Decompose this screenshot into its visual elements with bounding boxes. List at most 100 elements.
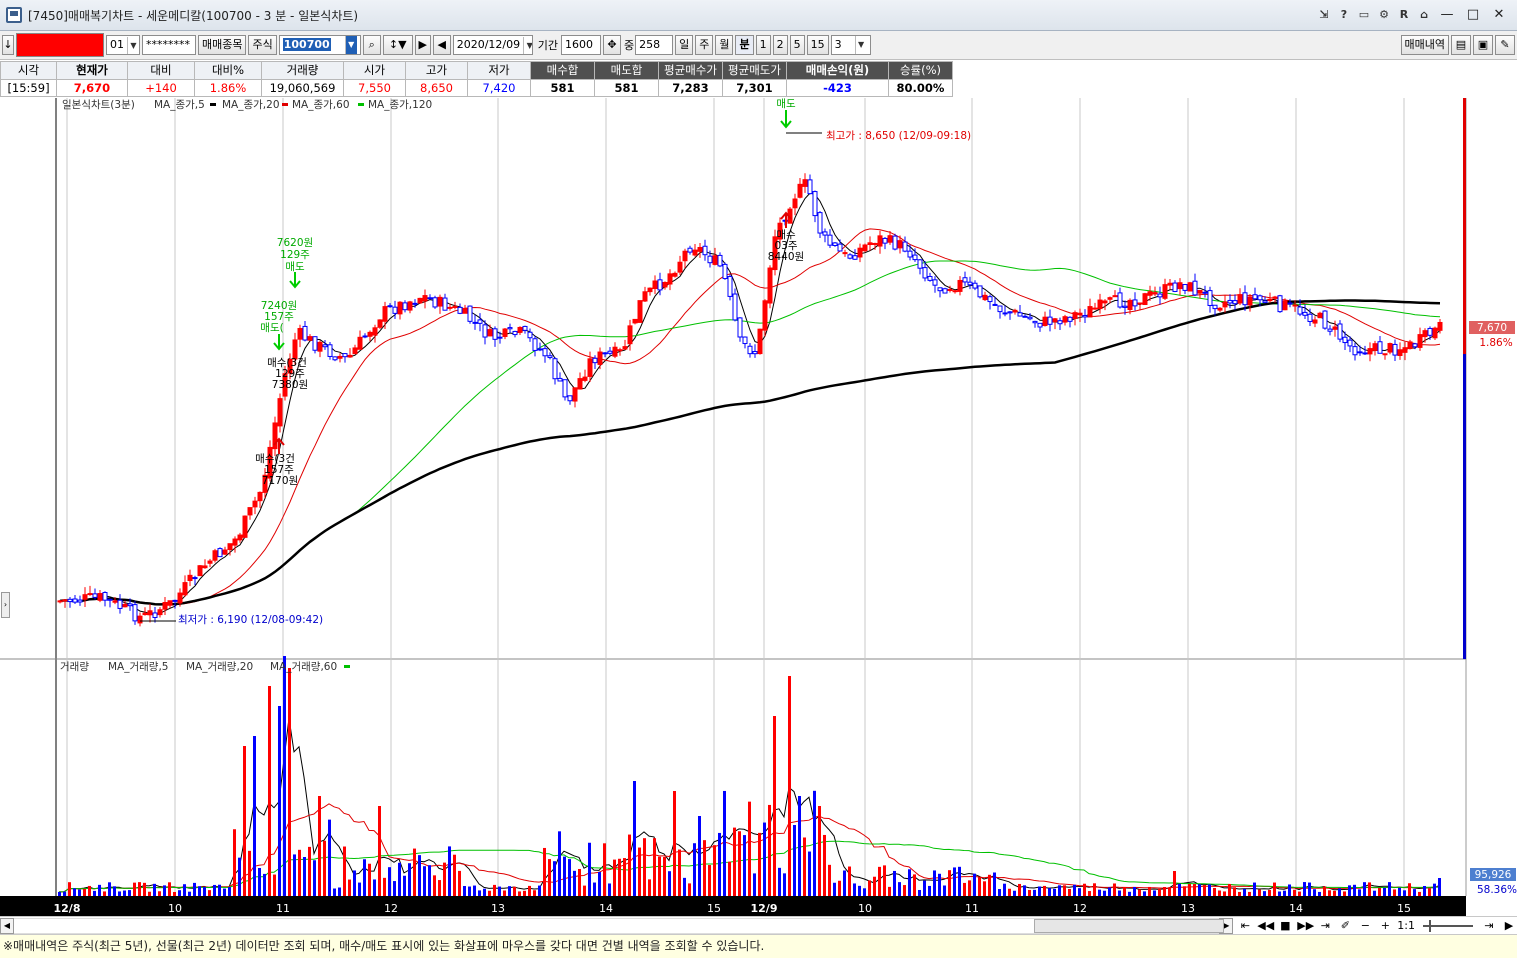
candle-body [607,350,613,354]
candle-body [1087,306,1093,318]
forward-icon[interactable]: ▶▶ [1297,919,1314,932]
candle-body [1137,302,1143,305]
volume-bar [428,865,431,896]
last-icon[interactable]: ⇥ [1317,919,1333,932]
period-input[interactable]: 1600 [560,35,601,55]
volume-bar [1028,889,1031,896]
close-button[interactable]: ✕ [1489,6,1509,24]
candle-body [1182,284,1188,291]
down-arrow-button[interactable]: ↓ [2,35,14,55]
rewind-icon[interactable]: ◀◀ [1257,919,1274,932]
end-icon[interactable]: ⇥ [1481,919,1497,932]
volume-bar [1368,882,1371,896]
scroll-thumb[interactable] [1033,918,1224,933]
help-icon[interactable]: ? [1337,7,1351,23]
account-select-redacted[interactable] [16,33,104,57]
interval-select[interactable]: 3 ▼ [830,35,871,55]
trade-history-button[interactable]: 매매내역 [1400,35,1449,55]
search-icon[interactable]: ⌕ [362,35,381,55]
zoom-out-icon[interactable]: − [1357,919,1373,932]
candle-body [182,582,188,596]
candle-body [632,318,638,324]
draw-icon[interactable]: ✐ [1337,919,1353,932]
volume-bar [123,890,126,896]
save-icon[interactable]: ▣ [1473,35,1493,55]
minimize-button[interactable]: — [1437,6,1457,24]
maximize-button[interactable]: □ [1463,6,1483,24]
zoom-in-icon[interactable]: + [1377,919,1393,932]
candle-body [1222,301,1228,308]
interval-2-button[interactable]: 2 [772,35,788,55]
avg-buy-value: 7,283 [658,78,723,97]
volume-bar [288,668,291,896]
x-axis-label: 14 [1289,902,1303,915]
scroll-track[interactable] [13,917,1224,934]
next-icon[interactable]: ▶ [1501,919,1517,932]
candle-body [307,336,313,341]
volume-bar [958,866,961,896]
stop-icon[interactable]: ■ [1277,919,1293,932]
sort-icon[interactable]: ↕▼ [382,35,413,55]
candle-body [967,281,973,286]
wrench-icon[interactable]: ✎ [1495,35,1515,55]
x-axis-label: 11 [276,902,290,915]
volume-bar [573,870,576,896]
candle-body [557,377,563,382]
candle-body [1097,299,1103,310]
first-icon[interactable]: ⇤ [1237,919,1253,932]
candle-body [717,254,723,267]
password-field[interactable]: ******** [142,35,196,55]
account-number-select[interactable]: 01 ▼ [106,35,140,55]
middle-input[interactable]: 258 [635,35,674,55]
chart-area[interactable]: 12/8 10 11 12 13 14 15 12/9 10 11 12 13 14 15 일본식차트(3… [0,98,1517,916]
side-expand-tab[interactable]: › [1,592,10,618]
candle-body [1057,320,1063,325]
candle-body [792,198,798,209]
stock-code-input[interactable]: 100700 ▼ [278,35,361,55]
prev-icon[interactable]: ◀ [432,35,451,55]
trade-items-button[interactable]: 매매종목 [198,35,247,55]
title-tools: ⇲ ? ▭ ⚙ R ⌂ — □ ✕ [1317,6,1517,24]
zoom-slider[interactable] [1423,919,1473,932]
crosshair-icon[interactable]: ✥ [602,35,621,55]
volume-bar [963,882,966,896]
date-input[interactable]: 2020/12/09 ▼ [452,35,533,55]
candle-body [897,240,903,249]
interval-1-button[interactable]: 1 [755,35,771,55]
volume-bar [798,796,801,896]
interval-15-button[interactable]: 15 [806,35,829,55]
link-icon[interactable]: ⇲ [1317,7,1331,23]
volume-bar [1003,883,1006,896]
volume-bar [388,867,391,896]
market-type-button[interactable]: 주식 [248,35,277,55]
interval-5-button[interactable]: 5 [789,35,805,55]
volume-bar [1173,871,1176,896]
candle-body [1427,327,1433,336]
current-change-tag: 1.86% [1479,337,1512,349]
pin-icon[interactable]: ⌂ [1417,7,1431,23]
candle-body [457,306,463,314]
candle-body [1062,316,1068,323]
month-button[interactable]: 월 [715,35,734,55]
day-button[interactable]: 일 [675,35,694,55]
volume-bar [378,806,381,896]
candle-body [1437,321,1443,331]
candle-body [1042,316,1048,327]
candle-body [567,395,573,402]
info-header-cell: 고가 [405,61,468,80]
scroll-left-button[interactable]: ◀ [0,917,14,934]
minute-button[interactable]: 분 [735,35,754,55]
settings-icon[interactable]: ⚙ [1377,7,1391,23]
play-icon[interactable]: ▶ [414,35,431,55]
volume-bar [68,882,71,896]
open-folder-icon[interactable]: ▤ [1451,35,1471,55]
volume-bar [678,849,681,896]
r-icon[interactable]: R [1397,7,1411,23]
week-button[interactable]: 주 [695,35,714,55]
horizontal-scrollbar[interactable]: ◀ ▶ ⇤ ◀◀ ■ ▶▶ ⇥ ✐ − + 1:1 ⇥ ▶ [0,916,1517,934]
candle-body [1147,291,1153,296]
app-icon [6,7,22,23]
screen-icon[interactable]: ▭ [1357,7,1371,23]
price-volume-chart[interactable]: 12/8 10 11 12 13 14 15 12/9 10 11 12 13 14 15 일본식차트(3… [0,98,1517,916]
volume-bar [168,882,171,896]
